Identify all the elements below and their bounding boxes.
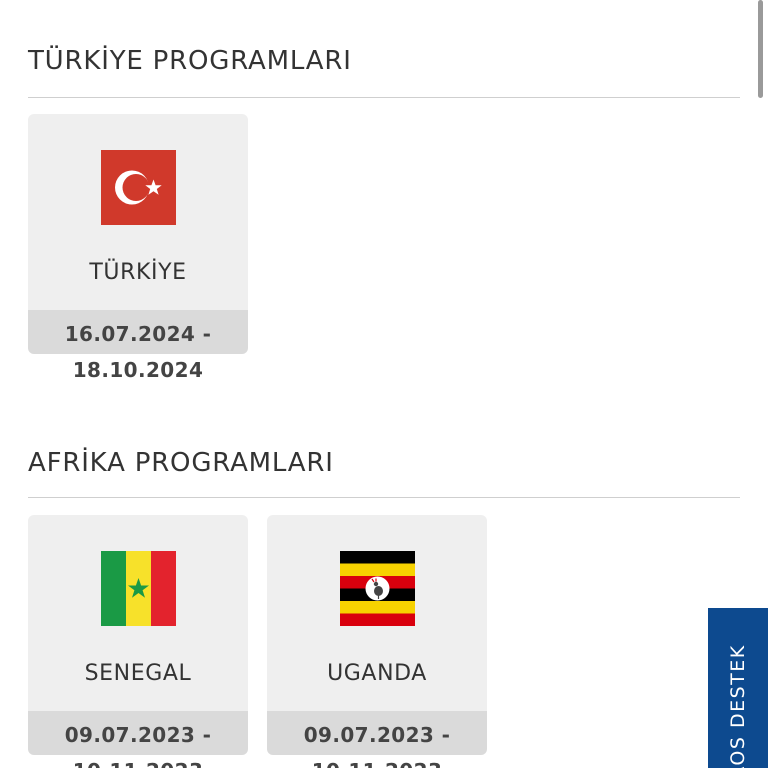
section-title-turkiye: TÜRKİYE PROGRAMLARI	[28, 46, 352, 76]
country-name: SENEGAL	[84, 661, 192, 686]
support-tab-label: AOS DESTEK	[727, 644, 749, 768]
scrollbar-thumb[interactable]	[758, 0, 763, 98]
date-end: 10.11.2023	[267, 759, 487, 768]
country-name: UGANDA	[327, 661, 427, 686]
date-start: 09.07.2023 -	[64, 723, 212, 747]
senegal-flag-icon	[101, 551, 176, 626]
date-start: 09.07.2023 -	[303, 723, 451, 747]
section-divider	[28, 497, 740, 498]
program-card-uganda[interactable]: UGANDA 09.07.2023 - 10.11.2023	[267, 515, 487, 768]
support-tab-button[interactable]: AOS DESTEK	[708, 608, 768, 768]
program-card-turkiye[interactable]: TÜRKİYE 16.07.2024 - 18.10.2024	[28, 114, 248, 382]
turkey-flag-icon	[101, 150, 176, 225]
country-name: TÜRKİYE	[89, 260, 187, 285]
date-end: 18.10.2024	[72, 358, 204, 382]
date-start: 16.07.2024 -	[64, 322, 212, 346]
program-card-senegal[interactable]: SENEGAL 09.07.2023 - 10.11.2023	[28, 515, 248, 768]
date-end: 10.11.2023	[28, 759, 248, 768]
uganda-flag-icon	[340, 551, 415, 626]
page: TÜRKİYE PROGRAMLARI TÜRKİYE 16.07.2024 -…	[0, 0, 768, 768]
section-divider	[28, 97, 740, 98]
section-title-afrika: AFRİKA PROGRAMLARI	[28, 448, 334, 478]
